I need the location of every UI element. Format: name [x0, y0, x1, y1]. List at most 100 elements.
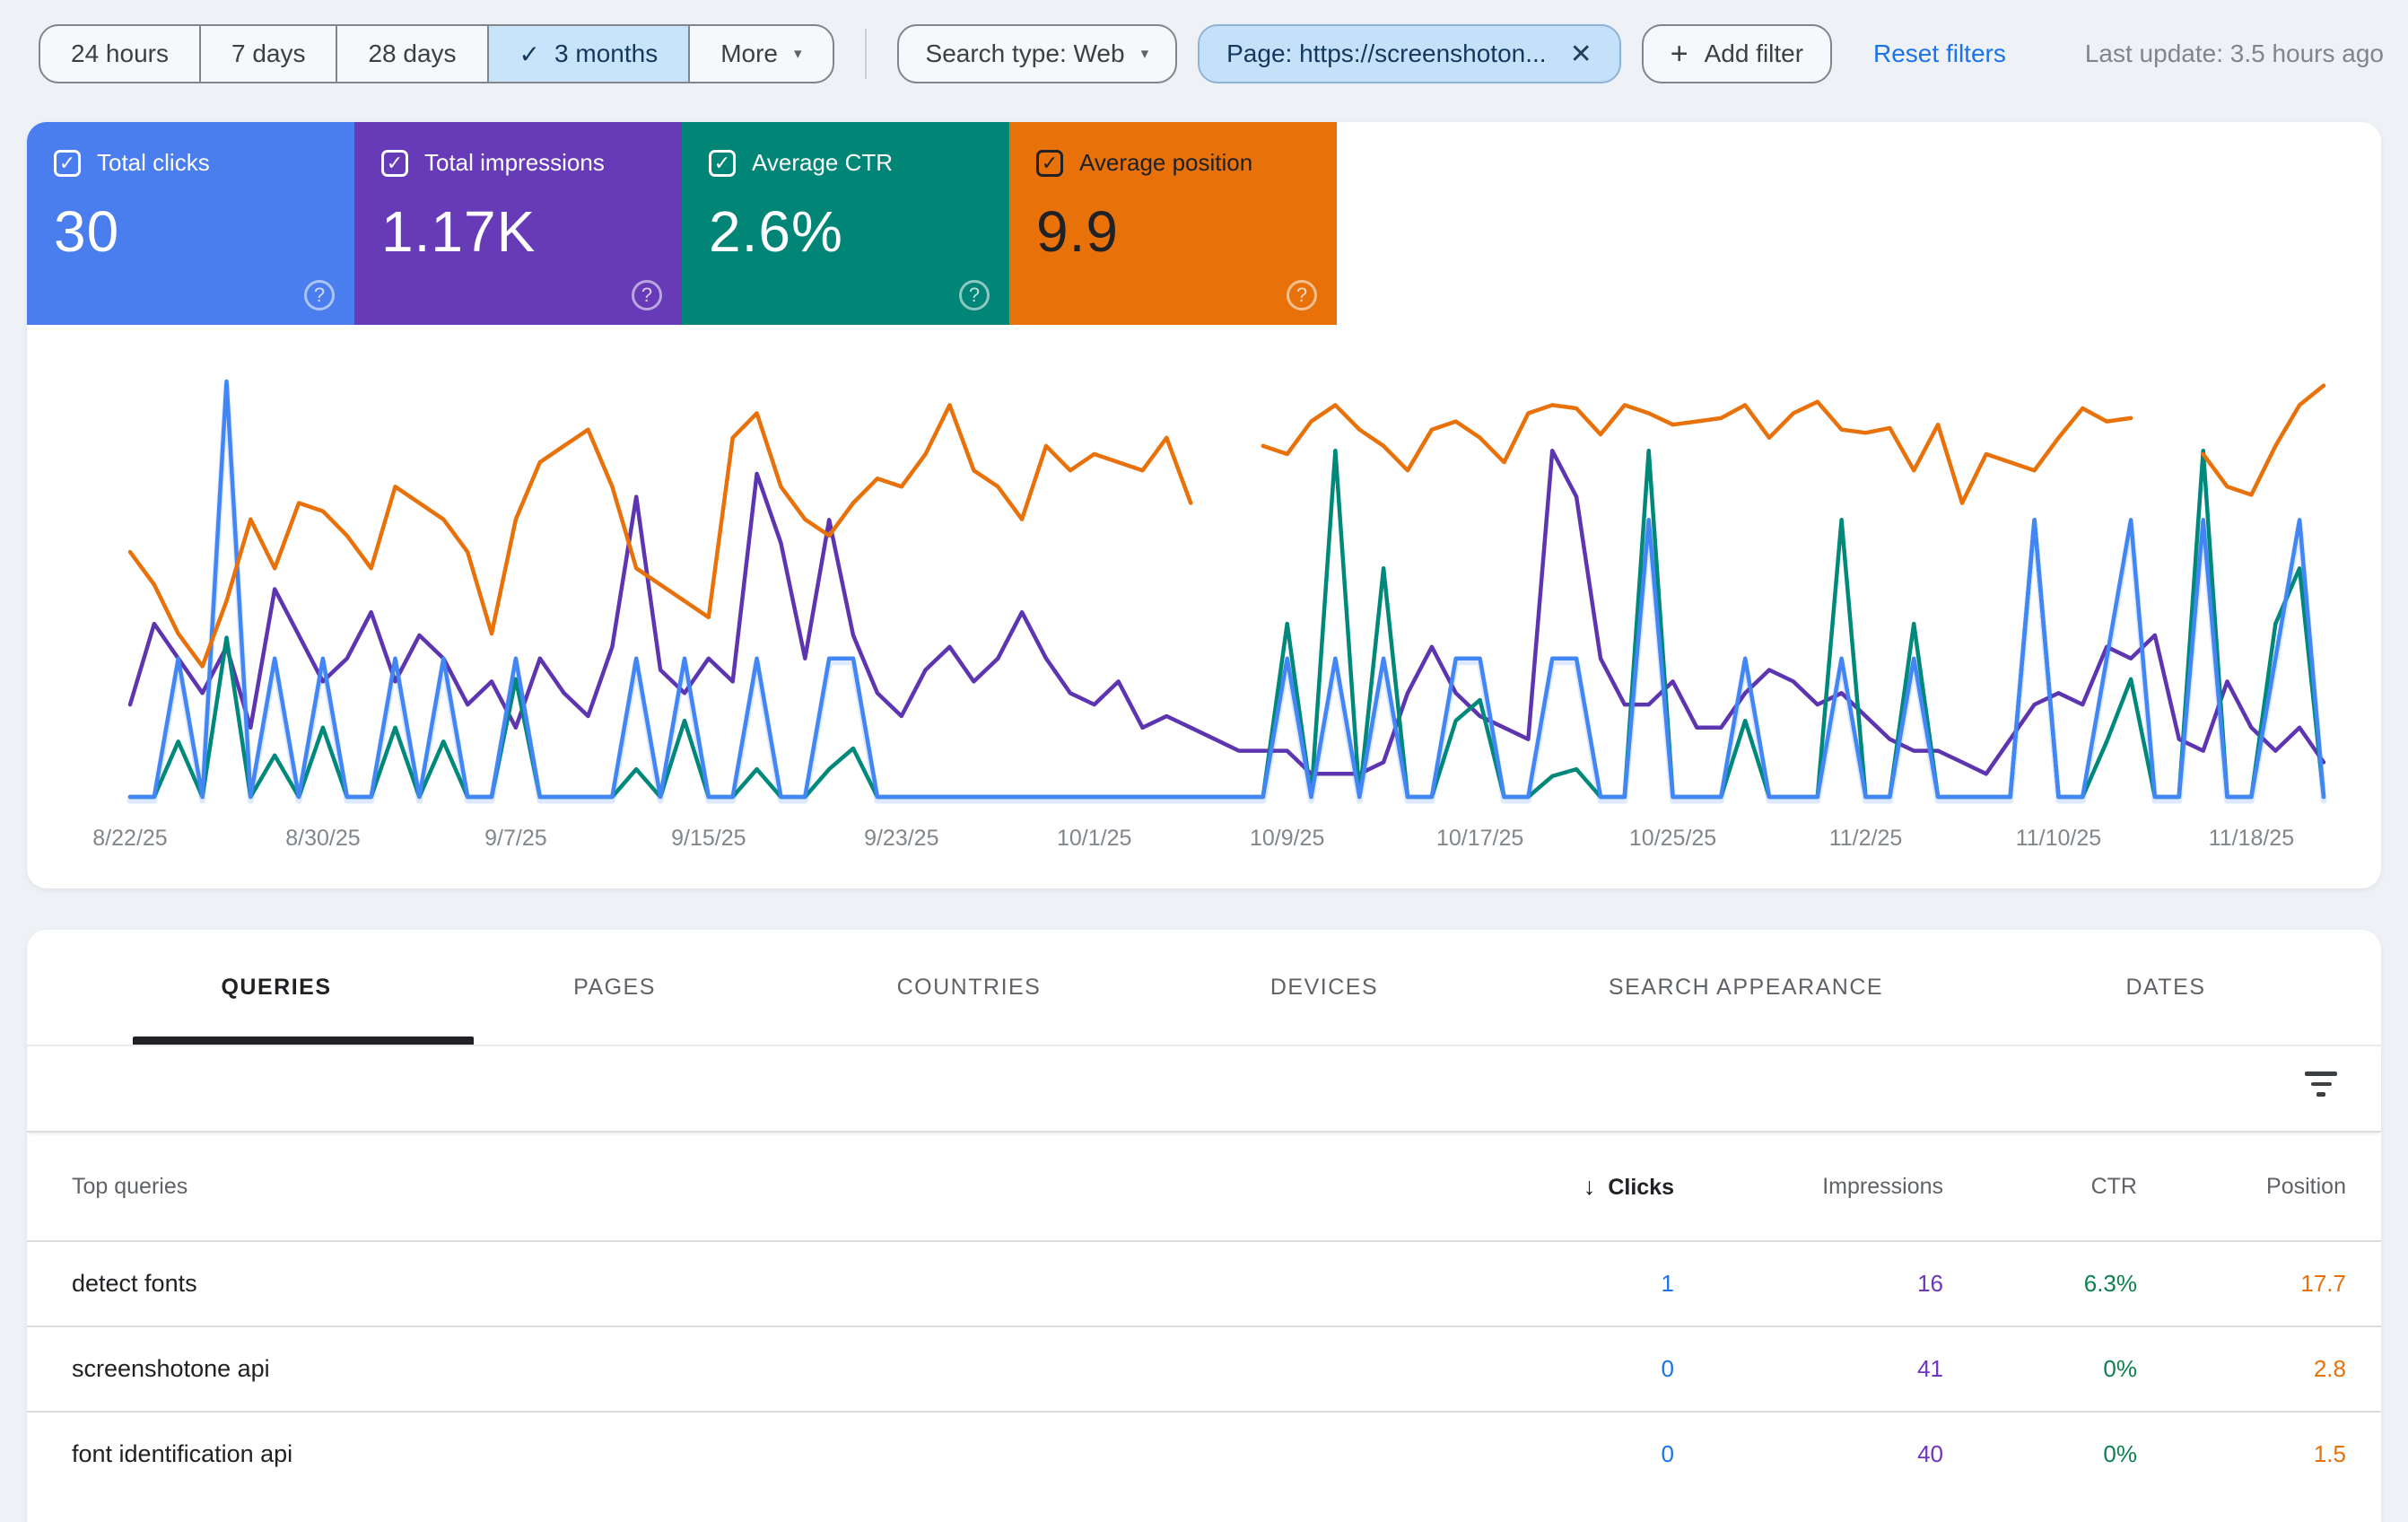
metric-card-average-position[interactable]: ✓ Average position 9.9? [1009, 122, 1337, 325]
filter-list-icon[interactable] [2304, 1072, 2338, 1102]
column-header-label: CTR [2091, 1174, 2137, 1199]
date-range-7-days[interactable]: 7 days [199, 26, 336, 82]
tab-countries[interactable]: COUNTRIES [897, 930, 1042, 1045]
checkbox-checked-icon[interactable]: ✓ [381, 150, 408, 177]
topbar-divider [865, 29, 867, 79]
help-icon[interactable]: ? [632, 280, 662, 311]
position-cell: 2.8 [2137, 1355, 2346, 1383]
metric-card-value: 2.6% [709, 198, 982, 265]
plus-icon: + [1671, 37, 1688, 72]
clicks-cell: 0 [1405, 1440, 1674, 1468]
x-axis-label: 8/30/25 [285, 826, 360, 851]
help-icon[interactable]: ? [959, 280, 990, 311]
position-cell: 17.7 [2137, 1270, 2346, 1298]
table-body: detect fonts1166.3%17.7screenshotone api… [27, 1240, 2381, 1496]
date-range-more[interactable]: More ▾ [688, 26, 832, 82]
checkbox-checked-icon[interactable]: ✓ [709, 150, 736, 177]
column-header-label: Clicks [1608, 1175, 1674, 1200]
column-header-label: Position [2266, 1174, 2346, 1199]
metric-card-label: Average position [1079, 149, 1252, 177]
date-range-3-months[interactable]: ✓ 3 months [487, 26, 689, 82]
last-update-text: Last update: 3.5 hours ago [2085, 39, 2384, 68]
column-header-ctr[interactable]: CTR [1943, 1174, 2137, 1200]
close-icon[interactable]: ✕ [1570, 39, 1592, 70]
x-axis-label: 11/18/25 [2209, 826, 2294, 851]
search-type-label: Search type: Web [926, 39, 1125, 68]
impressions-cell: 16 [1674, 1270, 1943, 1298]
chevron-down-icon: ▾ [794, 45, 802, 63]
metric-card-label: Total clicks [97, 149, 210, 177]
tab-search-appearance[interactable]: SEARCH APPEARANCE [1609, 930, 1883, 1045]
clicks-cell: 0 [1405, 1355, 1674, 1383]
x-axis-label: 11/10/25 [2016, 826, 2101, 851]
tab-queries[interactable]: QUERIES [221, 930, 331, 1045]
add-filter-button[interactable]: + Add filter [1642, 24, 1832, 83]
help-icon[interactable]: ? [304, 280, 335, 311]
help-icon[interactable]: ? [1287, 280, 1317, 311]
query-cell: font identification api [72, 1440, 1405, 1468]
checkbox-checked-icon[interactable]: ✓ [1036, 150, 1063, 177]
metric-card-value: 9.9 [1036, 198, 1310, 265]
column-header-label: Impressions [1822, 1174, 1943, 1199]
search-type-chip[interactable]: Search type: Web ▾ [897, 24, 1178, 83]
date-range-label: 7 days [231, 39, 306, 68]
metric-card-average-ctr[interactable]: ✓ Average CTR 2.6%? [682, 122, 1009, 325]
date-range-label: More [720, 39, 778, 68]
impressions-cell: 40 [1674, 1440, 1943, 1468]
dimensions-panel: QUERIES PAGES COUNTRIES DEVICES SEARCH APPEA… [27, 930, 2381, 1522]
checkbox-checked-icon[interactable]: ✓ [54, 150, 81, 177]
position-cell: 1.5 [2137, 1440, 2346, 1468]
x-axis-label: 10/17/25 [1436, 826, 1523, 851]
column-header-top-queries[interactable]: Top queries [72, 1174, 1405, 1200]
clicks-cell: 1 [1405, 1270, 1674, 1298]
table-row[interactable]: font identification api0400%1.5 [27, 1411, 2381, 1496]
metric-card-value: 30 [54, 198, 327, 265]
impressions-cell: 41 [1674, 1355, 1943, 1383]
top-filter-bar: 24 hours 7 days 28 days ✓ 3 months More ▾ Sear… [0, 0, 2408, 86]
column-header-position[interactable]: Position [2137, 1174, 2346, 1200]
table-toolbar [27, 1046, 2381, 1133]
summary-cards-row: ✓ Total clicks 30? ✓ Total impressions 1.17K?… [27, 122, 2381, 325]
metric-card-total-clicks[interactable]: ✓ Total clicks 30? [27, 122, 354, 325]
date-range-selector: 24 hours 7 days 28 days ✓ 3 months More ▾ [39, 24, 834, 83]
column-header-clicks[interactable]: ↓ Clicks [1405, 1173, 1674, 1201]
tab-dates[interactable]: DATES [2126, 930, 2206, 1045]
table-row[interactable]: screenshotone api0410%2.8 [27, 1325, 2381, 1411]
date-range-label: 28 days [368, 39, 456, 68]
x-axis-label: 8/22/25 [92, 826, 167, 851]
table-header-row: Top queries ↓ Clicks Impressions CTR Posi… [27, 1133, 2381, 1240]
column-header-impressions[interactable]: Impressions [1674, 1174, 1943, 1200]
query-cell: screenshotone api [72, 1355, 1405, 1383]
ctr-cell: 0% [1943, 1440, 2137, 1468]
date-range-28-days[interactable]: 28 days [336, 26, 486, 82]
tab-devices[interactable]: DEVICES [1270, 930, 1378, 1045]
ctr-cell: 6.3% [1943, 1270, 2137, 1298]
table-row[interactable]: detect fonts1166.3%17.7 [27, 1240, 2381, 1325]
metric-card-label: Average CTR [752, 149, 893, 177]
date-range-24-hours[interactable]: 24 hours [40, 26, 199, 82]
sort-descending-icon: ↓ [1584, 1173, 1596, 1200]
add-filter-label: Add filter [1705, 39, 1804, 68]
performance-panel: ✓ Total clicks 30? ✓ Total impressions 1.17K?… [27, 122, 2381, 888]
query-cell: detect fonts [72, 1270, 1405, 1298]
x-axis-label: 9/15/25 [671, 826, 746, 851]
check-icon: ✓ [519, 39, 540, 69]
page-filter-label: Page: https://screenshoton... [1226, 39, 1546, 68]
x-axis-label: 10/1/25 [1057, 826, 1131, 851]
dimension-tabs: QUERIES PAGES COUNTRIES DEVICES SEARCH APPEA… [27, 930, 2381, 1046]
metric-card-value: 1.17K [381, 198, 655, 265]
chevron-down-icon: ▾ [1141, 45, 1149, 63]
x-axis-label: 9/7/25 [484, 826, 547, 851]
metric-card-label: Total impressions [424, 149, 605, 177]
page-filter-chip[interactable]: Page: https://screenshoton... ✕ [1198, 24, 1621, 83]
x-axis-label: 10/9/25 [1250, 826, 1324, 851]
performance-chart[interactable]: 8/22/25 8/30/25 9/7/25 9/15/25 9/23/25 10/1/2… [27, 325, 2381, 888]
date-range-label: 3 months [554, 39, 658, 68]
reset-filters-link[interactable]: Reset filters [1873, 39, 2006, 68]
ctr-cell: 0% [1943, 1355, 2137, 1383]
x-axis-label: 9/23/25 [864, 826, 938, 851]
tab-pages[interactable]: PAGES [573, 930, 656, 1045]
metric-card-total-impressions[interactable]: ✓ Total impressions 1.17K? [354, 122, 682, 325]
x-axis-label: 10/25/25 [1629, 826, 1716, 851]
date-range-label: 24 hours [71, 39, 169, 68]
